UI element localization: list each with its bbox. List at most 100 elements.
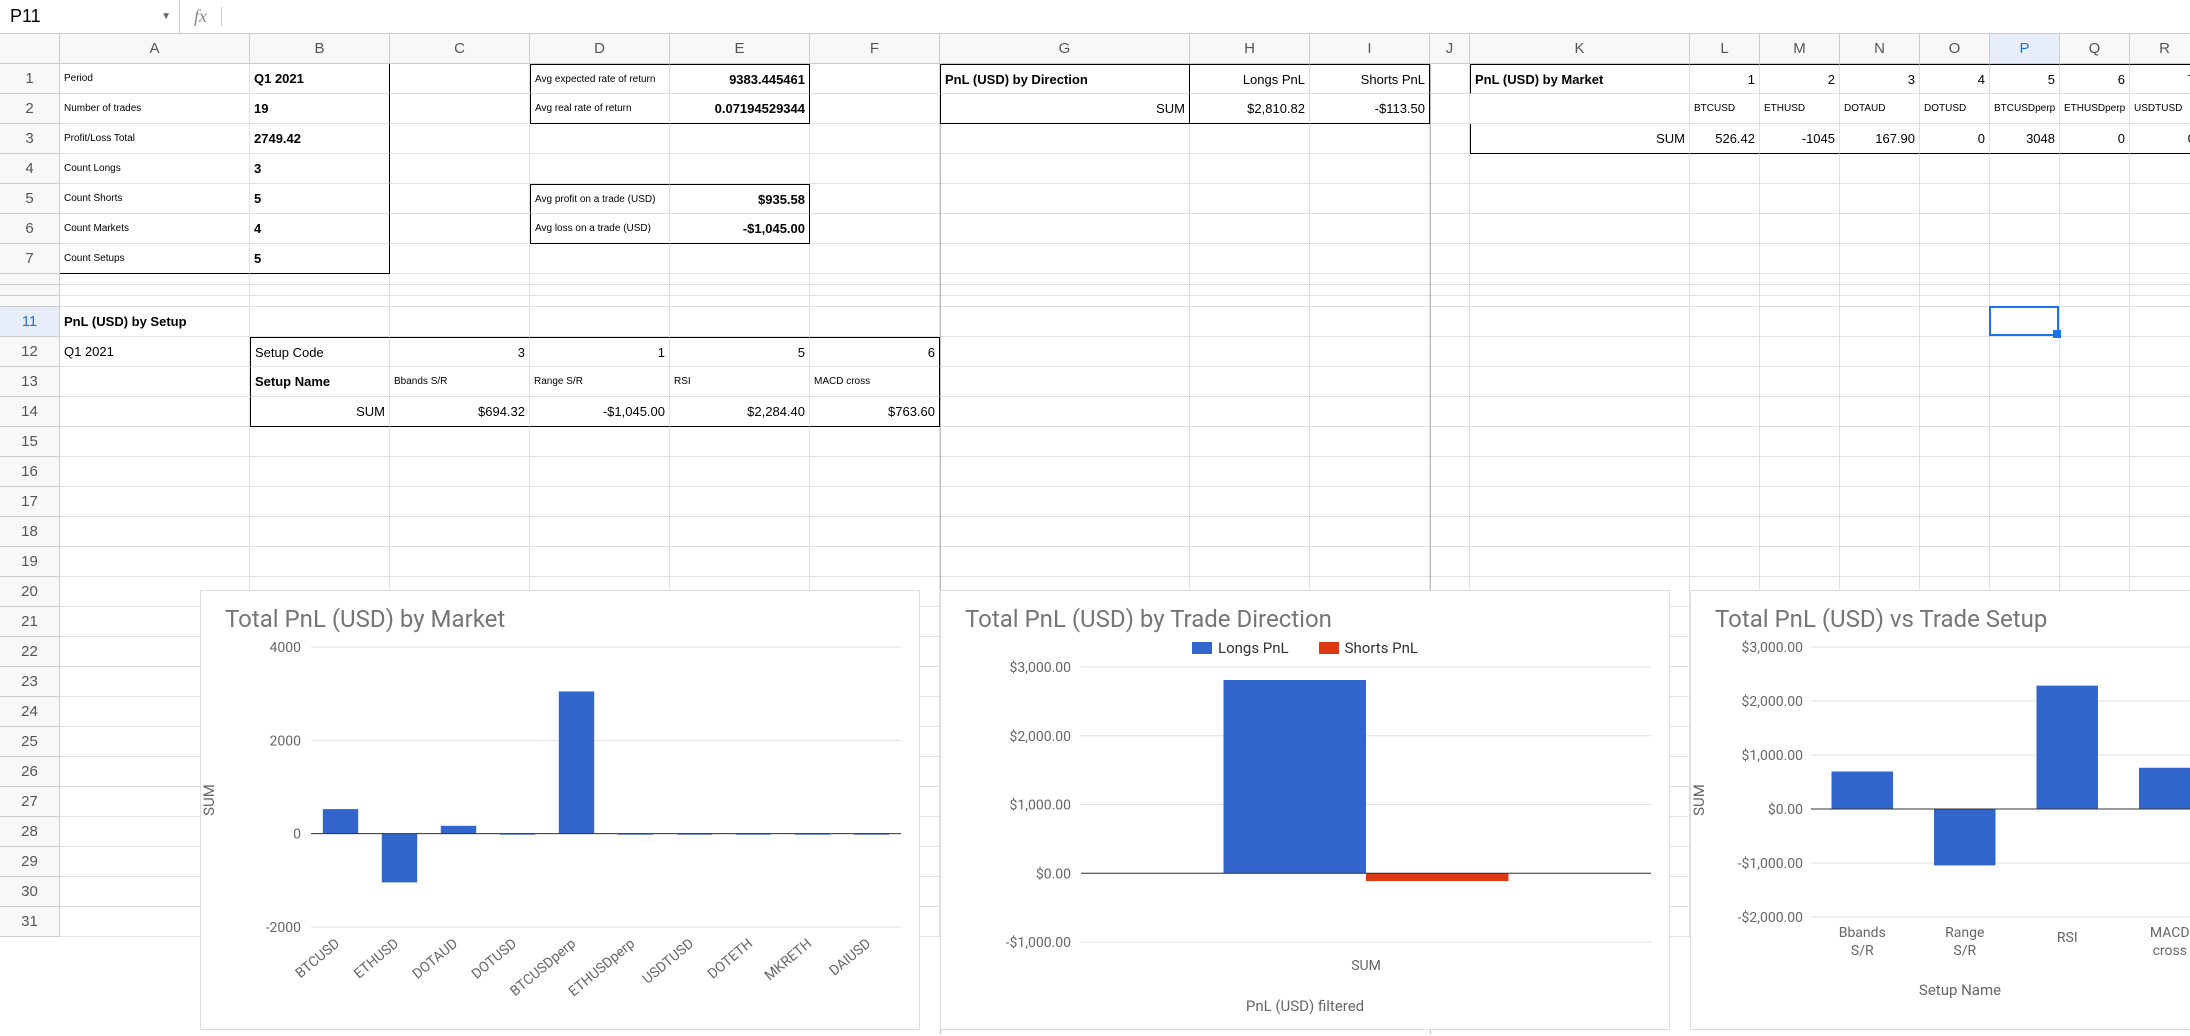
cell-C11[interactable] [390,307,530,337]
cell-A3[interactable]: Profit/Loss Total [60,124,250,154]
cell-R2[interactable]: USDTUSD [2130,94,2190,124]
row-header-15[interactable]: 15 [0,427,60,457]
chart-setup[interactable]: Total PnL (USD) vs Trade Setup -$2,000.0… [1690,590,2190,1030]
cell-D10[interactable] [530,296,670,307]
row-header-7[interactable]: 7 [0,244,60,274]
cell-K11[interactable] [1470,307,1690,337]
cell-I2[interactable]: -$113.50 [1310,94,1430,124]
cell-G18[interactable] [940,517,1190,547]
cell-P13[interactable] [1990,367,2060,397]
cell-E1[interactable]: 9383.445461 [670,64,810,94]
name-box[interactable]: P11 ▼ [0,0,180,33]
row-header-30[interactable]: 30 [0,877,60,907]
cell-R15[interactable] [2130,427,2190,457]
cell-C16[interactable] [390,457,530,487]
cell-A4[interactable]: Count Longs [60,154,250,184]
cell-H12[interactable] [1190,337,1310,367]
cell-M15[interactable] [1760,427,1840,457]
cell-A19[interactable] [60,547,250,577]
cell-N15[interactable] [1840,427,1920,457]
cell-A6[interactable]: Count Markets [60,214,250,244]
cell-B3[interactable]: 2749.42 [250,124,390,154]
cell-Q11[interactable] [2060,307,2130,337]
row-header-23[interactable]: 23 [0,667,60,697]
cell-H4[interactable] [1190,154,1310,184]
cell-M5[interactable] [1760,184,1840,214]
cell-Q14[interactable] [2060,397,2130,427]
cell-L5[interactable] [1690,184,1760,214]
cell-G4[interactable] [940,154,1190,184]
cell-A9[interactable] [60,285,250,296]
row-header-22[interactable]: 22 [0,637,60,667]
cell-M14[interactable] [1760,397,1840,427]
cell-K4[interactable] [1470,154,1690,184]
cell-F6[interactable] [810,214,940,244]
cell-H9[interactable] [1190,285,1310,296]
cell-F18[interactable] [810,517,940,547]
cell-H2[interactable]: $2,810.82 [1190,94,1310,124]
cell-P19[interactable] [1990,547,2060,577]
row-header-11[interactable]: 11 [0,307,60,337]
cell-D18[interactable] [530,517,670,547]
cell-N18[interactable] [1840,517,1920,547]
cell-D6[interactable]: Avg loss on a trade (USD) [530,214,670,244]
cell-K9[interactable] [1470,285,1690,296]
cell-J7[interactable] [1430,244,1470,274]
cell-B11[interactable] [250,307,390,337]
cell-N8[interactable] [1840,274,1920,285]
cell-C3[interactable] [390,124,530,154]
row-header-21[interactable]: 21 [0,607,60,637]
cell-I13[interactable] [1310,367,1430,397]
fill-handle[interactable] [2053,330,2061,338]
chart-market[interactable]: Total PnL (USD) by Market -2000020004000… [200,590,920,1030]
cell-A17[interactable] [60,487,250,517]
cell-D16[interactable] [530,457,670,487]
column-header-P[interactable]: P [1990,34,2060,64]
cell-A12[interactable]: Q1 2021 [60,337,250,367]
cell-K7[interactable] [1470,244,1690,274]
cell-F4[interactable] [810,154,940,184]
row-header-8[interactable] [0,274,60,285]
cell-J3[interactable] [1430,124,1470,154]
cell-M16[interactable] [1760,457,1840,487]
cell-B7[interactable]: 5 [250,244,390,274]
cell-D7[interactable] [530,244,670,274]
column-header-N[interactable]: N [1840,34,1920,64]
cell-A10[interactable] [60,296,250,307]
cell-O8[interactable] [1920,274,1990,285]
cell-M13[interactable] [1760,367,1840,397]
cell-N1[interactable]: 3 [1840,64,1920,94]
cell-H7[interactable] [1190,244,1310,274]
column-header-K[interactable]: K [1470,34,1690,64]
cell-M8[interactable] [1760,274,1840,285]
cell-E8[interactable] [670,274,810,285]
cell-E11[interactable] [670,307,810,337]
cell-G6[interactable] [940,214,1190,244]
cell-M18[interactable] [1760,517,1840,547]
cell-J9[interactable] [1430,285,1470,296]
cell-P18[interactable] [1990,517,2060,547]
cell-L13[interactable] [1690,367,1760,397]
cell-A15[interactable] [60,427,250,457]
cell-H14[interactable] [1190,397,1310,427]
cell-D17[interactable] [530,487,670,517]
cell-M2[interactable]: ETHUSD [1760,94,1840,124]
cell-H15[interactable] [1190,427,1310,457]
cell-Q19[interactable] [2060,547,2130,577]
cell-J8[interactable] [1430,274,1470,285]
row-header-28[interactable]: 28 [0,817,60,847]
cell-F9[interactable] [810,285,940,296]
cell-R6[interactable] [2130,214,2190,244]
cell-K10[interactable] [1470,296,1690,307]
cell-K12[interactable] [1470,337,1690,367]
cell-C12[interactable]: 3 [390,337,530,367]
cell-L18[interactable] [1690,517,1760,547]
cell-F17[interactable] [810,487,940,517]
cell-J12[interactable] [1430,337,1470,367]
cell-I4[interactable] [1310,154,1430,184]
row-header-12[interactable]: 12 [0,337,60,367]
cell-M11[interactable] [1760,307,1840,337]
cell-A16[interactable] [60,457,250,487]
cell-J10[interactable] [1430,296,1470,307]
cell-M17[interactable] [1760,487,1840,517]
